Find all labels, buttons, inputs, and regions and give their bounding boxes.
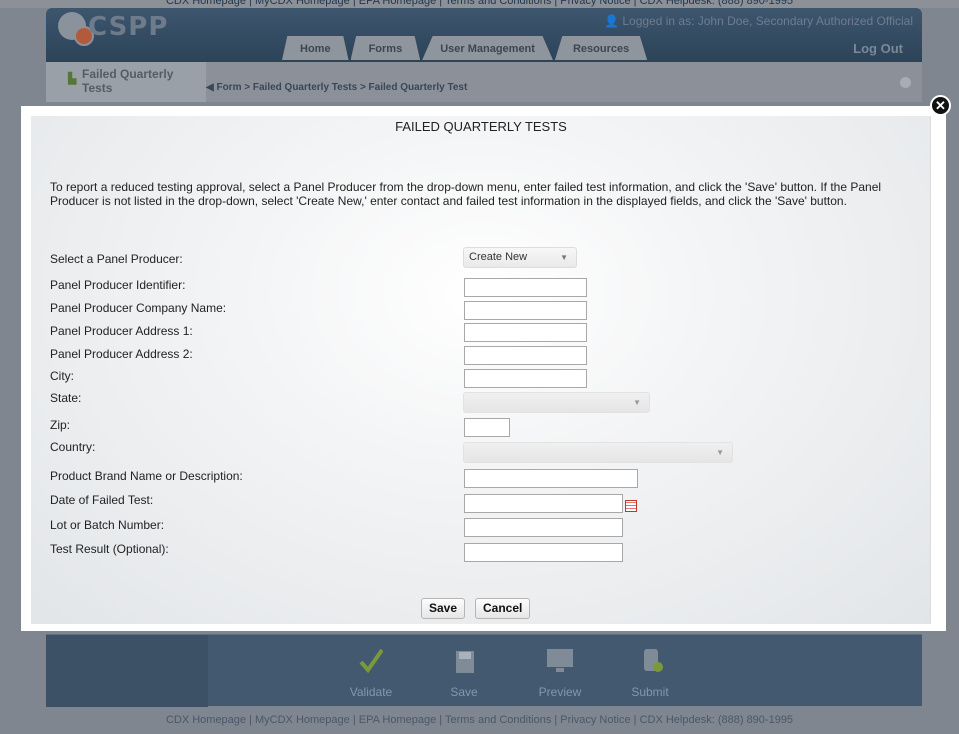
preview-action-label[interactable]: Preview <box>525 685 595 699</box>
help-icon[interactable] <box>900 77 911 88</box>
panel-producer-select-value: Create New <box>469 251 528 263</box>
save-action-label[interactable]: Save <box>429 685 499 699</box>
lot-number-input[interactable] <box>464 518 623 537</box>
address1-input[interactable] <box>464 323 587 342</box>
top-links-bar: CDX Homepage | MyCDX Homepage | EPA Home… <box>0 0 959 8</box>
modal-title: FAILED QUARTERLY TESTS <box>395 119 567 134</box>
modal-scrollbar[interactable]: ▲ ▼ <box>930 116 931 624</box>
tab-resources[interactable]: Resources <box>554 36 648 60</box>
chevron-down-icon: ▼ <box>716 448 724 457</box>
date-failed-input[interactable] <box>464 494 623 513</box>
country-label: Country: <box>50 440 96 454</box>
save-disk-icon[interactable] <box>453 645 477 675</box>
test-result-label: Test Result (Optional): <box>50 542 169 556</box>
cancel-button[interactable]: Cancel <box>475 598 531 619</box>
logout-link[interactable]: Log Out <box>853 41 903 56</box>
company-name-label: Panel Producer Company Name: <box>50 301 227 315</box>
main-nav-tabs: Home Forms User Management Resources <box>282 36 648 60</box>
sub-header-bar: ▙ Failed Quarterly Tests <box>46 62 922 102</box>
breadcrumb-text: Form > Failed Quarterly Tests > Failed Q… <box>216 82 468 93</box>
chevron-down-icon: ▼ <box>633 398 641 407</box>
state-select[interactable]: ▼ <box>463 392 650 413</box>
sub-header-title: Failed Quarterly Tests <box>82 67 174 95</box>
company-name-input[interactable] <box>464 301 587 320</box>
tab-forms[interactable]: Forms <box>350 36 421 60</box>
tab-home[interactable]: Home <box>282 36 349 60</box>
modal-content: FAILED QUARTERLY TESTS To report a reduc… <box>31 116 931 624</box>
logo-text: CSPP <box>88 12 169 42</box>
test-result-input[interactable] <box>464 543 623 562</box>
validate-action-label[interactable]: Validate <box>336 685 406 699</box>
tab-user-management[interactable]: User Management <box>422 36 553 60</box>
action-bar-left <box>46 635 208 707</box>
instructions-text: To report a reduced testing approval, se… <box>50 180 882 208</box>
panel-producer-select-label: Select a Panel Producer: <box>50 252 183 266</box>
panel-producer-select[interactable]: Create New ▼ <box>463 247 577 268</box>
submit-database-icon[interactable] <box>640 645 664 675</box>
date-failed-label: Date of Failed Test: <box>50 493 154 507</box>
chevron-down-icon: ▼ <box>560 253 568 262</box>
address2-label: Panel Producer Address 2: <box>50 347 193 361</box>
zip-label: Zip: <box>50 418 71 432</box>
breadcrumb[interactable]: ◀ Form > Failed Quarterly Tests > Failed… <box>206 82 467 93</box>
failed-quarterly-tests-modal: FAILED QUARTERLY TESTS To report a reduc… <box>21 106 946 631</box>
validate-checkmark-icon[interactable] <box>359 645 383 675</box>
action-bar: Validate Save Preview Submit <box>46 634 922 707</box>
brand-label: Product Brand Name or Description: <box>50 469 243 483</box>
preview-monitor-icon[interactable] <box>545 645 575 675</box>
address2-input[interactable] <box>464 346 587 365</box>
sub-header-title-area: ▙ Failed Quarterly Tests <box>46 62 206 102</box>
calendar-icon[interactable] <box>625 500 637 512</box>
city-label: City: <box>50 369 74 383</box>
sitemap-icon: ▙ <box>68 73 77 85</box>
address1-label: Panel Producer Address 1: <box>50 324 193 338</box>
save-button[interactable]: Save <box>421 598 466 619</box>
logged-in-status: 👤 Logged in as: John Doe, Secondary Auth… <box>604 14 913 28</box>
producer-identifier-label: Panel Producer Identifier: <box>50 278 186 292</box>
close-icon[interactable]: ✕ <box>930 95 951 116</box>
submit-action-label[interactable]: Submit <box>615 685 685 699</box>
lot-number-label: Lot or Batch Number: <box>50 518 165 532</box>
logged-in-text: Logged in as: John Doe, Secondary Author… <box>622 14 913 28</box>
city-input[interactable] <box>464 369 587 388</box>
footer-links: CDX Homepage | MyCDX Homepage | EPA Home… <box>165 714 794 726</box>
brand-input[interactable] <box>464 469 638 488</box>
country-select[interactable]: ▼ <box>463 442 733 463</box>
zip-input[interactable] <box>464 418 510 437</box>
cspp-logo[interactable]: CSPP <box>58 10 188 56</box>
state-label: State: <box>50 391 82 405</box>
producer-identifier-input[interactable] <box>464 278 587 297</box>
